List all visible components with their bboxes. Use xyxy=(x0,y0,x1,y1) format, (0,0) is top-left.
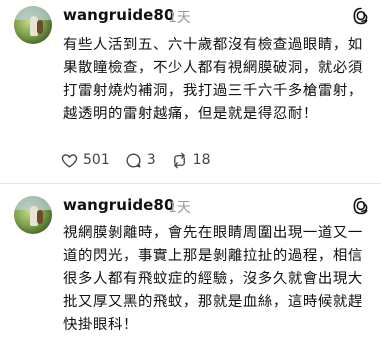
post-text: 有些人活到五、六十歲都沒有檢查過眼睛，如果散瞳檢查，不少人都有視網膜破洞，就必須… xyxy=(63,37,363,122)
repost-count: 18 xyxy=(192,152,211,168)
repost-icon xyxy=(173,152,185,168)
post-text: 視網膜剝離時，會先在眼睛周圍出現一道又一道的閃光，事實上那是剝離拉扯的過程，相信… xyxy=(63,225,363,333)
divider xyxy=(0,183,381,184)
username[interactable]: wangruide80 xyxy=(63,6,175,24)
threads-icon[interactable] xyxy=(351,196,371,216)
avatar[interactable] xyxy=(14,196,52,234)
like-count: 501 xyxy=(83,152,110,168)
reply-button[interactable]: 3 xyxy=(124,151,156,170)
threads-icon[interactable] xyxy=(351,6,371,26)
post-time: 1天 xyxy=(168,10,191,26)
reply-count: 3 xyxy=(146,152,156,168)
heart-icon xyxy=(61,153,78,168)
post-time: 1天 xyxy=(168,200,191,216)
avatar[interactable] xyxy=(14,6,52,44)
like-button[interactable]: 501 xyxy=(60,151,110,170)
repost-button[interactable]: 18 xyxy=(170,151,211,170)
username[interactable]: wangruide80 xyxy=(63,196,175,214)
comment-icon xyxy=(126,153,141,168)
post-actions: 501 3 18 xyxy=(60,149,224,171)
